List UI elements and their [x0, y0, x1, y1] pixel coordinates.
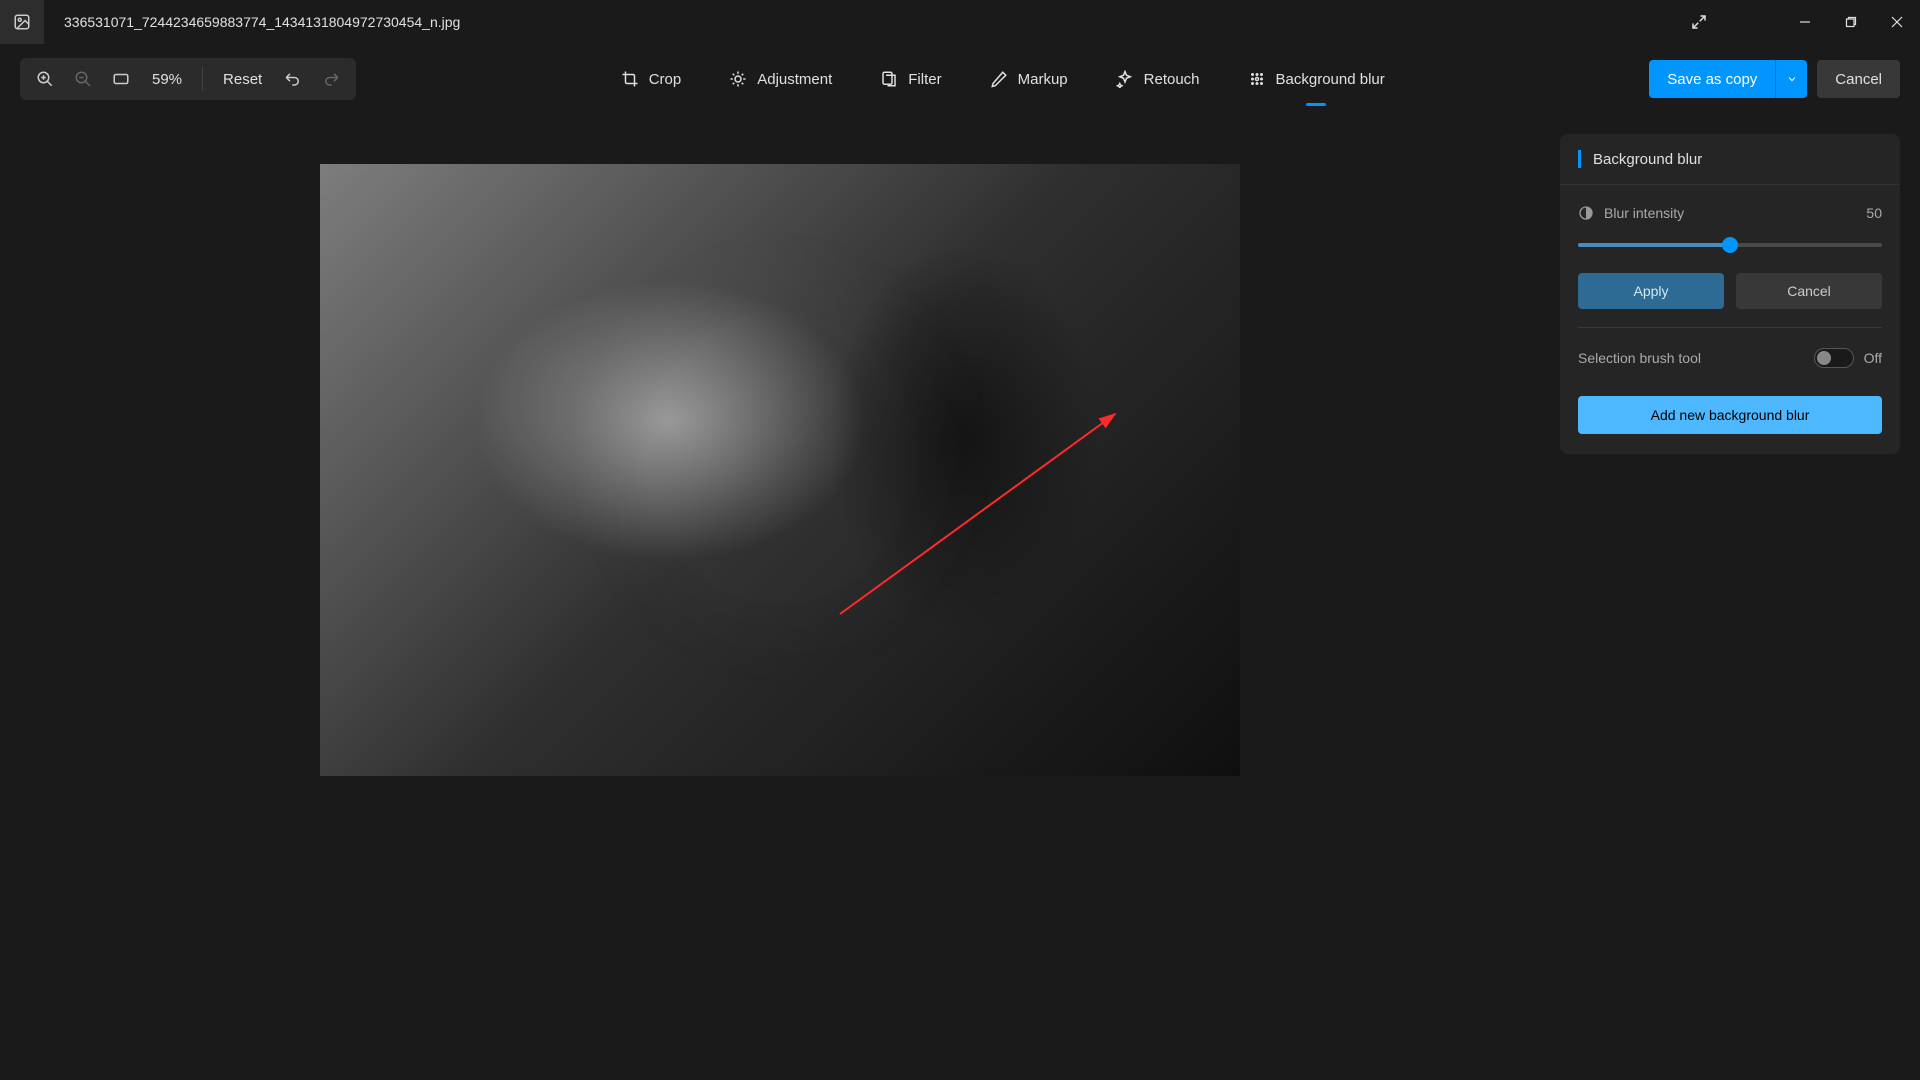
accent-bar [1578, 150, 1581, 168]
blur-intensity-label: Blur intensity [1604, 205, 1684, 221]
blur-intensity-row: Blur intensity 50 [1578, 205, 1882, 221]
panel-title: Background blur [1593, 151, 1702, 168]
panel-header: Background blur [1560, 134, 1900, 185]
zoom-in-button[interactable] [28, 62, 62, 96]
brush-tool-toggle[interactable] [1814, 348, 1854, 368]
blur-intensity-slider[interactable] [1578, 235, 1882, 255]
tab-label: Retouch [1144, 71, 1200, 88]
reset-button[interactable]: Reset [213, 71, 272, 88]
blur-preview-overlay [320, 164, 1240, 776]
markup-icon [990, 70, 1008, 88]
top-toolbar: 59% Reset Crop Adjustment Filter Markup [0, 44, 1920, 114]
zoom-group: 59% Reset [20, 58, 356, 100]
retouch-icon [1116, 70, 1134, 88]
image-canvas[interactable] [320, 164, 1240, 776]
brush-tool-row: Selection brush tool Off [1578, 348, 1882, 368]
separator [1578, 327, 1882, 328]
tab-label: Background blur [1276, 71, 1385, 88]
tool-tabs: Crop Adjustment Filter Markup Retouch Ba… [356, 58, 1649, 100]
toggle-state-label: Off [1864, 350, 1882, 366]
save-button[interactable]: Save as copy [1649, 60, 1775, 98]
close-button[interactable] [1874, 0, 1920, 44]
maximize-button[interactable] [1828, 0, 1874, 44]
side-panel: Background blur Blur intensity 50 Apply … [1560, 134, 1900, 454]
panel-action-buttons: Apply Cancel [1578, 273, 1882, 309]
tab-background-blur[interactable]: Background blur [1248, 58, 1385, 100]
tab-adjustment[interactable]: Adjustment [729, 58, 832, 100]
cancel-button[interactable]: Cancel [1817, 60, 1900, 98]
adjustment-icon [729, 70, 747, 88]
tab-filter[interactable]: Filter [880, 58, 941, 100]
tab-label: Crop [649, 71, 682, 88]
filename-label: 336531071_7244234659883774_1434131804972… [64, 14, 460, 30]
add-background-blur-button[interactable]: Add new background blur [1578, 396, 1882, 434]
undo-button[interactable] [276, 62, 310, 96]
crop-icon [621, 70, 639, 88]
blur-intensity-value: 50 [1866, 205, 1882, 221]
tab-label: Markup [1018, 71, 1068, 88]
canvas-area [20, 134, 1540, 1060]
divider [202, 67, 203, 91]
redo-button[interactable] [314, 62, 348, 96]
tab-label: Filter [908, 71, 941, 88]
blur-icon [1248, 70, 1266, 88]
fullscreen-button[interactable] [1676, 0, 1722, 44]
main-area: Background blur Blur intensity 50 Apply … [0, 114, 1920, 1080]
panel-body: Blur intensity 50 Apply Cancel Selection… [1560, 185, 1900, 454]
blur-intensity-icon [1578, 205, 1594, 221]
title-bar: 336531071_7244234659883774_1434131804972… [0, 0, 1920, 44]
slider-thumb[interactable] [1722, 237, 1738, 253]
save-dropdown-button[interactable] [1775, 60, 1807, 98]
tab-retouch[interactable]: Retouch [1116, 58, 1200, 100]
tab-label: Adjustment [757, 71, 832, 88]
action-buttons: Save as copy Cancel [1649, 60, 1900, 98]
apply-button[interactable]: Apply [1578, 273, 1724, 309]
tab-crop[interactable]: Crop [621, 58, 682, 100]
app-icon [0, 0, 44, 44]
zoom-value: 59% [142, 71, 192, 88]
zoom-out-button[interactable] [66, 62, 100, 96]
fit-button[interactable] [104, 62, 138, 96]
tab-markup[interactable]: Markup [990, 58, 1068, 100]
brush-tool-label: Selection brush tool [1578, 350, 1701, 366]
minimize-button[interactable] [1782, 0, 1828, 44]
filter-icon [880, 70, 898, 88]
panel-cancel-button[interactable]: Cancel [1736, 273, 1882, 309]
save-group: Save as copy [1649, 60, 1807, 98]
